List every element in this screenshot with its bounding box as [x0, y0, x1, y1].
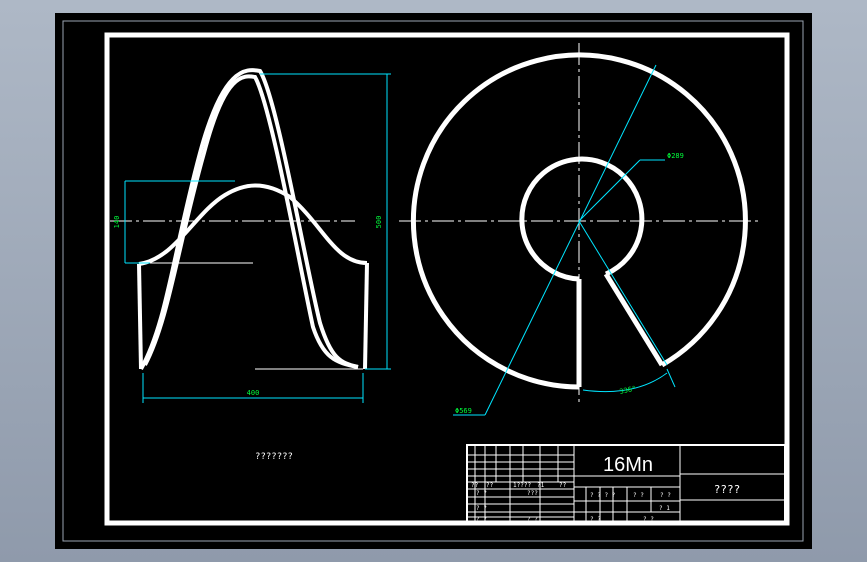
dim-leader-inner	[578, 159, 641, 222]
drawing-name: ????	[714, 483, 741, 496]
cut-edge-right	[603, 272, 665, 367]
tb-cell: ??	[471, 482, 479, 489]
drawing-frame	[104, 32, 790, 526]
tall-arch-inner	[143, 74, 359, 369]
dim-text-140: 140	[113, 216, 121, 229]
tb-cell: ??	[486, 482, 494, 489]
cad-canvas: 140 500 400 Φ289 Φ569 336° ??????? 16Mn …	[62, 20, 804, 542]
tb-cell: ? ?	[476, 490, 487, 497]
tb-cell: ? ?	[476, 516, 487, 523]
ring-view: Φ289 Φ569 336°	[399, 43, 760, 416]
tb-sheet-count: ? ?	[590, 516, 601, 523]
tb-cell: ???	[527, 490, 538, 497]
dim-text-dia-outer: Φ569	[455, 407, 472, 415]
bell-curve	[138, 183, 368, 266]
tb-cell: 1????	[513, 482, 531, 489]
tb-sheet-number: ? ?	[643, 516, 654, 523]
tb-cell: ? ?	[527, 516, 538, 523]
tb-weight: ? ?	[633, 492, 644, 499]
tb-scale-value: ? 1	[659, 505, 670, 512]
tb-stage: ? ? ? ?	[590, 492, 616, 499]
title-block: 16Mn ???? ?? ?? 1???? ?1 ?? ? ? ??? ? ? …	[466, 444, 786, 524]
dim-leader-outer	[484, 64, 657, 416]
dim-radial	[578, 220, 668, 366]
right-edge	[363, 262, 369, 370]
development-view: 140 500 400	[110, 68, 391, 403]
drawing-sheet: 140 500 400 Φ289 Φ569 336° ??????? 16Mn …	[55, 13, 812, 549]
tb-scale: ? ?	[660, 492, 671, 499]
left-edge	[137, 263, 143, 370]
inner-arc	[519, 156, 645, 282]
dim-text-angle: 336°	[619, 385, 637, 396]
dim-ext-angle	[666, 368, 676, 388]
material-label: 16Mn	[603, 454, 653, 476]
tb-cell: ??	[559, 482, 567, 489]
dim-text-400: 400	[247, 389, 260, 397]
tb-cell: ? ?	[476, 505, 487, 512]
tall-arch-outer	[139, 68, 359, 370]
dim-text-dia-inner: Φ289	[667, 152, 684, 160]
dim-text-500: 500	[375, 216, 383, 229]
tb-cell: ?1	[537, 482, 545, 489]
technical-note: ???????	[255, 452, 293, 462]
